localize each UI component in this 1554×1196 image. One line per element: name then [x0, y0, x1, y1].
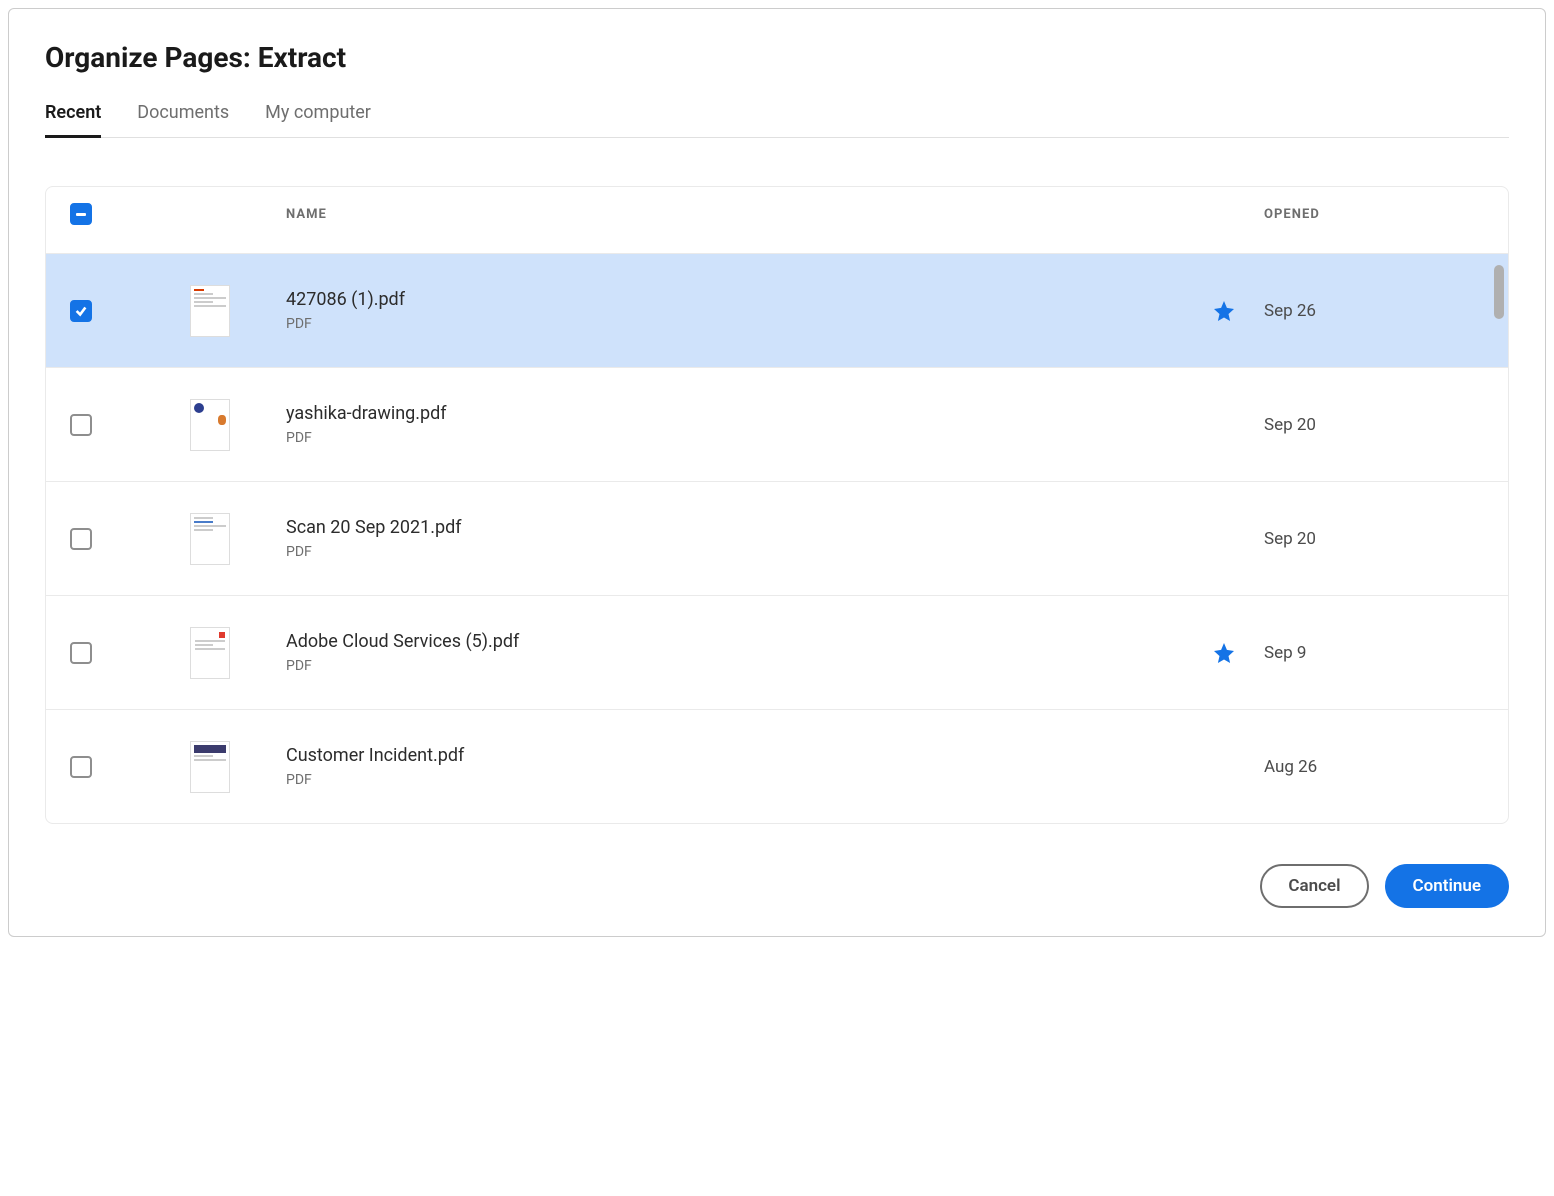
list-header: NAME OPENED: [46, 187, 1508, 253]
file-thumbnail: [190, 399, 230, 451]
cancel-button[interactable]: Cancel: [1260, 864, 1368, 908]
dialog-footer: Cancel Continue: [45, 864, 1509, 908]
file-thumbnail: [190, 741, 230, 793]
file-row[interactable]: yashika-drawing.pdf PDF Sep 20: [46, 367, 1508, 481]
file-type: PDF: [286, 544, 1184, 560]
file-type: PDF: [286, 772, 1184, 788]
source-tabs: Recent Documents My computer: [45, 102, 1509, 138]
tab-my-computer[interactable]: My computer: [265, 102, 371, 137]
tab-recent[interactable]: Recent: [45, 102, 101, 137]
file-name: yashika-drawing.pdf: [286, 403, 1184, 424]
continue-button[interactable]: Continue: [1385, 864, 1510, 908]
file-type: PDF: [286, 316, 1184, 332]
file-name: 427086 (1).pdf: [286, 289, 1184, 310]
file-thumbnail: [190, 627, 230, 679]
file-row[interactable]: Adobe Cloud Services (5).pdf PDF Sep 9: [46, 595, 1508, 709]
file-row[interactable]: Customer Incident.pdf PDF Aug 26: [46, 709, 1508, 823]
opened-date: Sep 20: [1264, 415, 1484, 435]
column-header-opened[interactable]: OPENED: [1264, 207, 1484, 222]
opened-date: Sep 9: [1264, 643, 1484, 663]
file-name: Adobe Cloud Services (5).pdf: [286, 631, 1184, 652]
file-thumbnail: [190, 285, 230, 337]
organize-pages-dialog: Organize Pages: Extract Recent Documents…: [8, 8, 1546, 937]
dialog-title: Organize Pages: Extract: [45, 41, 1509, 74]
column-header-name[interactable]: NAME: [286, 207, 1184, 222]
row-checkbox[interactable]: [70, 414, 92, 436]
select-all-checkbox[interactable]: [70, 203, 92, 225]
opened-date: Sep 20: [1264, 529, 1484, 549]
row-checkbox[interactable]: [70, 642, 92, 664]
file-list: NAME OPENED 427086 (1).pdf PDF: [45, 186, 1509, 824]
scrollbar[interactable]: [1494, 265, 1504, 319]
row-checkbox[interactable]: [70, 528, 92, 550]
file-row[interactable]: Scan 20 Sep 2021.pdf PDF Sep 20: [46, 481, 1508, 595]
row-checkbox[interactable]: [70, 300, 92, 322]
opened-date: Aug 26: [1264, 757, 1484, 777]
file-name: Customer Incident.pdf: [286, 745, 1184, 766]
file-thumbnail: [190, 513, 230, 565]
file-row[interactable]: 427086 (1).pdf PDF Sep 26: [46, 253, 1508, 367]
file-type: PDF: [286, 658, 1184, 674]
file-name: Scan 20 Sep 2021.pdf: [286, 517, 1184, 538]
file-list-body: 427086 (1).pdf PDF Sep 26 ya: [46, 253, 1508, 823]
file-type: PDF: [286, 430, 1184, 446]
star-icon[interactable]: [1212, 641, 1236, 665]
tab-documents[interactable]: Documents: [137, 102, 229, 137]
check-icon: [74, 304, 88, 318]
star-icon[interactable]: [1212, 299, 1236, 323]
opened-date: Sep 26: [1264, 301, 1484, 321]
row-checkbox[interactable]: [70, 756, 92, 778]
